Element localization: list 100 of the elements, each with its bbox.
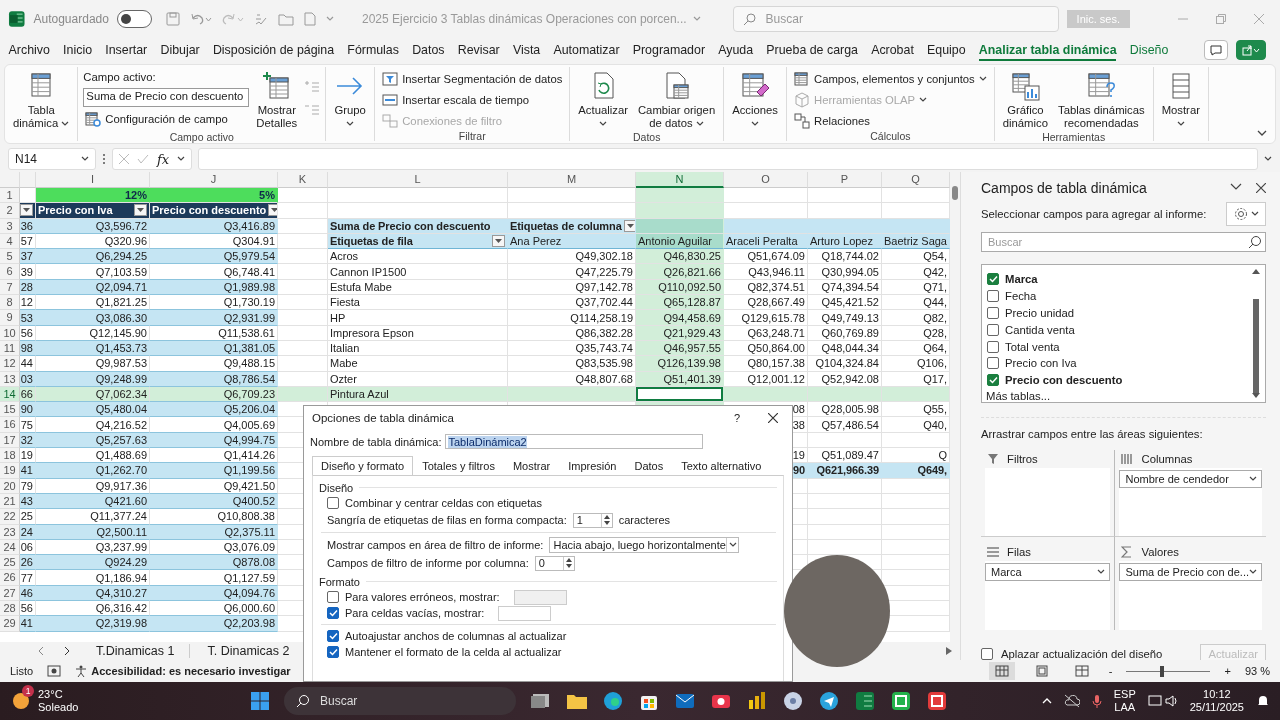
microphone-icon[interactable] xyxy=(1091,694,1102,708)
ribbon-button[interactable]: Mostrar Detalles xyxy=(253,67,301,131)
ribbon-button[interactable]: Cambiar origen de datos xyxy=(634,67,719,131)
menu-tab[interactable]: Programador xyxy=(626,40,712,60)
drop-area[interactable]: Suma de Precio con de... xyxy=(1119,560,1262,630)
language[interactable]: ESP xyxy=(1113,688,1136,701)
checkbox[interactable] xyxy=(327,630,339,642)
check-icon[interactable] xyxy=(137,154,149,164)
dialog-tab[interactable]: Mostrar xyxy=(503,456,560,476)
undo-icon[interactable] xyxy=(189,12,212,26)
clock-date[interactable]: 25/11/2025 xyxy=(1189,701,1244,714)
checkbox[interactable] xyxy=(987,273,999,286)
row-header[interactable]: 6 xyxy=(0,264,20,280)
accessibility-status[interactable]: Accesibilidad: es necesario investigar xyxy=(91,665,291,677)
menu-tab[interactable]: Ayuda xyxy=(711,40,760,60)
crossed-cloud-icon[interactable] xyxy=(1063,694,1080,708)
field-name[interactable]: Fecha xyxy=(1005,290,1037,303)
checkbox[interactable] xyxy=(987,374,999,387)
text-input[interactable] xyxy=(498,605,552,621)
dialog-tab[interactable]: Totales y filtros xyxy=(413,456,504,476)
name-box[interactable]: N14 xyxy=(8,148,96,170)
column-header[interactable]: J xyxy=(150,172,278,188)
row-header[interactable]: 8 xyxy=(0,295,20,311)
formula-input[interactable] xyxy=(198,148,1258,170)
row-header[interactable]: 29 xyxy=(0,616,20,632)
bar-chart-icon[interactable] xyxy=(746,690,768,712)
filter-dropdown-button[interactable] xyxy=(268,204,277,217)
filter-dropdown-button[interactable] xyxy=(134,204,147,217)
notification-bell-icon[interactable] xyxy=(1256,694,1270,708)
dialog-tab[interactable]: Impresión xyxy=(559,456,626,476)
field-name[interactable]: Precio unidad xyxy=(1005,307,1075,319)
checkbox[interactable] xyxy=(327,497,339,509)
ribbon-button[interactable]: Configuración de campo xyxy=(83,109,250,128)
browser-swirl-icon[interactable] xyxy=(602,690,624,712)
insert-function-button[interactable]: fx xyxy=(157,151,170,167)
number-spinner[interactable]: 0 xyxy=(534,555,575,571)
ribbon-button[interactable]: Actualizar xyxy=(575,67,631,131)
number-spinner[interactable]: 1 xyxy=(572,512,613,528)
monitor-speaker-icon[interactable] xyxy=(1147,694,1178,708)
checkbox[interactable] xyxy=(327,607,339,619)
field-chip[interactable]: Suma de Precio con de... xyxy=(1119,562,1262,581)
menu-tab[interactable]: Revisar xyxy=(451,40,507,60)
more-tables-link[interactable]: Más tablas... xyxy=(986,389,1251,402)
scroll-thumb[interactable] xyxy=(952,186,958,200)
settings-button[interactable] xyxy=(1226,202,1266,226)
autosave-toggle[interactable] xyxy=(116,10,152,28)
more-options-icon[interactable] xyxy=(102,153,106,165)
column-header[interactable]: P xyxy=(808,172,882,188)
menu-tab[interactable]: Vista xyxy=(506,40,547,60)
ribbon-button[interactable]: Campos, elementos y conjuntos xyxy=(792,69,989,88)
scroll-right-button[interactable] xyxy=(946,644,952,658)
menu-tab[interactable]: Diseño xyxy=(1123,40,1175,60)
field-chip[interactable]: Marca xyxy=(985,562,1111,581)
close-icon[interactable] xyxy=(768,413,778,423)
checkbox[interactable] xyxy=(987,323,999,336)
active-field-input[interactable]: Suma de Precio con descuento xyxy=(83,88,250,107)
menu-tab[interactable]: Fórmulas xyxy=(340,40,406,60)
zoom-out-button[interactable]: - xyxy=(1108,665,1113,677)
field-chip[interactable]: Nombre de cendedor xyxy=(1119,469,1262,488)
square-icon[interactable] xyxy=(926,690,948,712)
column-header[interactable]: K xyxy=(278,172,328,188)
ribbon-button[interactable]: Acciones xyxy=(729,67,781,131)
column-header[interactable]: O xyxy=(724,172,808,188)
field-name[interactable]: Cantida venta xyxy=(1005,323,1075,336)
ribbon-button[interactable]: Tablas dinámicas recomendadas xyxy=(1055,67,1148,131)
row-header[interactable]: 1 xyxy=(0,188,20,204)
filter-dropdown-button[interactable] xyxy=(20,204,33,217)
field-name[interactable]: Precio con Iva xyxy=(1005,357,1077,370)
square-icon[interactable] xyxy=(890,690,912,712)
zoom-slider-thumb[interactable] xyxy=(1159,665,1164,677)
dropdown[interactable]: Hacia abajo, luego horizontalmente xyxy=(549,537,740,553)
checkbox[interactable] xyxy=(327,646,339,658)
chevron-up-icon[interactable] xyxy=(1041,698,1052,704)
spreadsheet-icon[interactable] xyxy=(854,690,876,712)
disc-icon[interactable] xyxy=(782,690,804,712)
start-icon[interactable] xyxy=(250,691,270,711)
checkbox[interactable] xyxy=(987,340,999,353)
checkbox[interactable] xyxy=(327,591,339,603)
menu-tab[interactable]: Prueba de carga xyxy=(759,40,865,60)
column-header[interactable]: L xyxy=(328,172,508,188)
column-header[interactable]: N xyxy=(636,172,724,188)
menu-tab[interactable]: Dibujar xyxy=(153,40,207,60)
field-name[interactable]: Marca xyxy=(1005,273,1038,286)
row-header[interactable]: 28 xyxy=(0,601,20,617)
search-field[interactable]: Buscar xyxy=(981,232,1266,252)
filter-dropdown-button[interactable] xyxy=(492,235,505,248)
row-header[interactable]: 18 xyxy=(0,448,20,464)
checkbox[interactable] xyxy=(987,357,999,370)
column-header[interactable]: I xyxy=(36,172,150,188)
ribbon-button[interactable]: Relaciones xyxy=(792,111,989,130)
chevron-down-icon[interactable] xyxy=(1230,183,1242,191)
dialog-tab[interactable]: Diseño y formato xyxy=(312,456,414,476)
menu-tab[interactable]: Inicio xyxy=(56,40,99,60)
macro-record-icon[interactable] xyxy=(47,665,62,677)
ribbon-button[interactable]: Tabla dinámica xyxy=(10,67,73,131)
row-header[interactable]: 19 xyxy=(0,463,20,479)
column-header[interactable]: Q xyxy=(882,172,950,188)
field-name[interactable]: Precio con descuento xyxy=(1005,374,1123,387)
row-header[interactable]: 25 xyxy=(0,555,20,571)
keyboard-layout[interactable]: LAA xyxy=(1114,701,1136,714)
